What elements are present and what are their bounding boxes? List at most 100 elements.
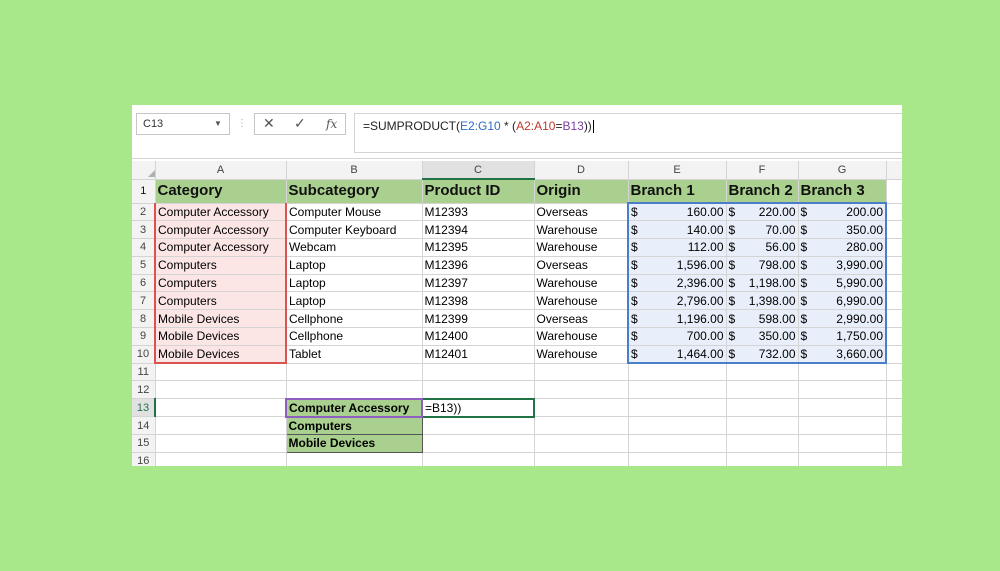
empty-cell[interactable] [886, 274, 902, 293]
branch-2-cell[interactable]: $798.00 [726, 256, 799, 275]
subcategory-cell[interactable]: Computer Keyboard [286, 220, 423, 240]
product-id-cell[interactable]: M12393 [422, 203, 535, 222]
branch-3-cell[interactable]: $350.00 [798, 220, 887, 240]
empty-cell[interactable] [155, 398, 287, 418]
empty-cell[interactable] [886, 452, 902, 466]
row-header[interactable]: 3 [132, 220, 156, 240]
category-cell[interactable]: Computer Accessory [154, 238, 287, 257]
category-cell[interactable]: Mobile Devices [154, 309, 287, 329]
category-cell[interactable]: Computers [154, 256, 287, 275]
branch-2-cell[interactable]: $220.00 [726, 202, 799, 222]
empty-cell[interactable] [886, 291, 902, 311]
empty-cell[interactable] [886, 256, 902, 275]
empty-cell[interactable] [886, 179, 902, 204]
empty-cell[interactable] [534, 434, 629, 453]
header-subcategory[interactable]: Subcategory [286, 179, 423, 204]
product-id-cell[interactable]: M12394 [422, 220, 535, 240]
origin-cell[interactable]: Warehouse [534, 238, 629, 257]
empty-cell[interactable] [155, 380, 287, 400]
empty-cell[interactable] [628, 416, 727, 436]
branch-3-cell[interactable]: $6,990.00 [798, 291, 887, 311]
empty-cell[interactable] [798, 398, 887, 418]
row-header[interactable]: 6 [132, 274, 156, 293]
empty-cell[interactable] [726, 363, 799, 382]
row-header[interactable]: 8 [132, 309, 156, 329]
empty-cell[interactable] [628, 380, 727, 400]
header-branch-3[interactable]: Branch 3 [798, 179, 887, 204]
empty-cell[interactable] [422, 363, 535, 382]
origin-cell[interactable]: Warehouse [534, 291, 629, 311]
product-id-cell[interactable]: M12398 [422, 291, 535, 311]
empty-cell[interactable] [886, 309, 902, 329]
empty-cell[interactable] [422, 434, 535, 453]
empty-cell[interactable] [286, 363, 423, 382]
branch-2-cell[interactable]: $70.00 [726, 220, 799, 240]
empty-cell[interactable] [726, 416, 799, 436]
subcategory-cell[interactable]: Laptop [286, 291, 423, 311]
row-header[interactable]: 15 [132, 434, 156, 453]
empty-cell[interactable] [798, 380, 887, 400]
empty-cell[interactable] [155, 452, 287, 466]
empty-cell[interactable] [628, 434, 727, 453]
empty-cell[interactable] [155, 416, 287, 436]
branch-2-cell[interactable]: $56.00 [726, 238, 799, 257]
branch-3-cell[interactable]: $5,990.00 [798, 274, 887, 293]
header-category[interactable]: Category [155, 179, 287, 204]
empty-cell[interactable] [886, 363, 902, 382]
column-header-f[interactable]: F [726, 161, 799, 180]
empty-cell[interactable] [628, 363, 727, 382]
column-header-h[interactable] [886, 161, 902, 180]
empty-cell[interactable] [886, 380, 902, 400]
row-header[interactable]: 12 [132, 380, 156, 400]
empty-cell[interactable] [534, 452, 629, 466]
branch-1-cell[interactable]: $2,396.00 [627, 274, 727, 293]
category-cell[interactable]: Mobile Devices [154, 345, 287, 365]
empty-cell[interactable] [534, 363, 629, 382]
column-header-b[interactable]: B [286, 161, 423, 180]
branch-3-cell[interactable]: $3,660.00 [798, 345, 887, 365]
empty-cell[interactable] [534, 416, 629, 436]
insert-function-icon[interactable]: fx [326, 117, 337, 131]
branch-3-cell[interactable]: $200.00 [798, 202, 887, 222]
category-cell[interactable]: Computers [154, 291, 287, 311]
category-cell[interactable]: Computer Accessory [154, 220, 287, 240]
subcategory-cell[interactable]: Laptop [286, 256, 423, 275]
branch-1-cell[interactable]: $160.00 [627, 202, 727, 222]
empty-cell[interactable] [422, 452, 535, 466]
empty-cell[interactable] [798, 363, 887, 382]
empty-cell[interactable] [155, 363, 287, 382]
branch-2-cell[interactable]: $1,198.00 [726, 274, 799, 293]
empty-cell[interactable] [726, 380, 799, 400]
empty-cell[interactable] [422, 416, 535, 436]
subcategory-cell[interactable]: Computer Mouse [286, 203, 423, 222]
active-cell-c13[interactable]: =B13)) [421, 397, 535, 418]
lookup-cell-b15[interactable]: Mobile Devices [285, 434, 423, 453]
empty-cell[interactable] [286, 380, 423, 400]
branch-2-cell[interactable]: $350.00 [726, 327, 799, 346]
row-header[interactable]: 10 [132, 345, 156, 364]
empty-cell[interactable] [886, 345, 902, 364]
row-header[interactable]: 14 [132, 416, 156, 436]
enter-check-icon[interactable]: ✓ [294, 115, 306, 132]
category-cell[interactable]: Mobile Devices [154, 327, 287, 346]
lookup-cell-b13[interactable]: Computer Accessory [285, 397, 423, 418]
empty-cell[interactable] [886, 434, 902, 453]
row-header[interactable]: 4 [132, 238, 156, 257]
origin-cell[interactable]: Warehouse [534, 274, 629, 293]
cancel-icon[interactable]: ✕ [263, 115, 275, 132]
row-header[interactable]: 2 [132, 203, 156, 222]
header-product-id[interactable]: Product ID [422, 179, 535, 204]
row-header[interactable]: 9 [132, 327, 156, 346]
origin-cell[interactable]: Overseas [534, 256, 629, 275]
subcategory-cell[interactable]: Tablet [286, 345, 423, 364]
origin-cell[interactable]: Warehouse [534, 345, 629, 364]
row-header[interactable]: 1 [132, 179, 156, 204]
column-header-d[interactable]: D [534, 161, 629, 180]
column-header-a[interactable]: A [155, 161, 287, 180]
empty-cell[interactable] [886, 238, 902, 257]
origin-cell[interactable]: Overseas [534, 203, 629, 222]
branch-1-cell[interactable]: $1,464.00 [627, 345, 727, 365]
branch-1-cell[interactable]: $700.00 [627, 327, 727, 346]
origin-cell[interactable]: Warehouse [534, 220, 629, 240]
branch-2-cell[interactable]: $732.00 [726, 345, 799, 365]
